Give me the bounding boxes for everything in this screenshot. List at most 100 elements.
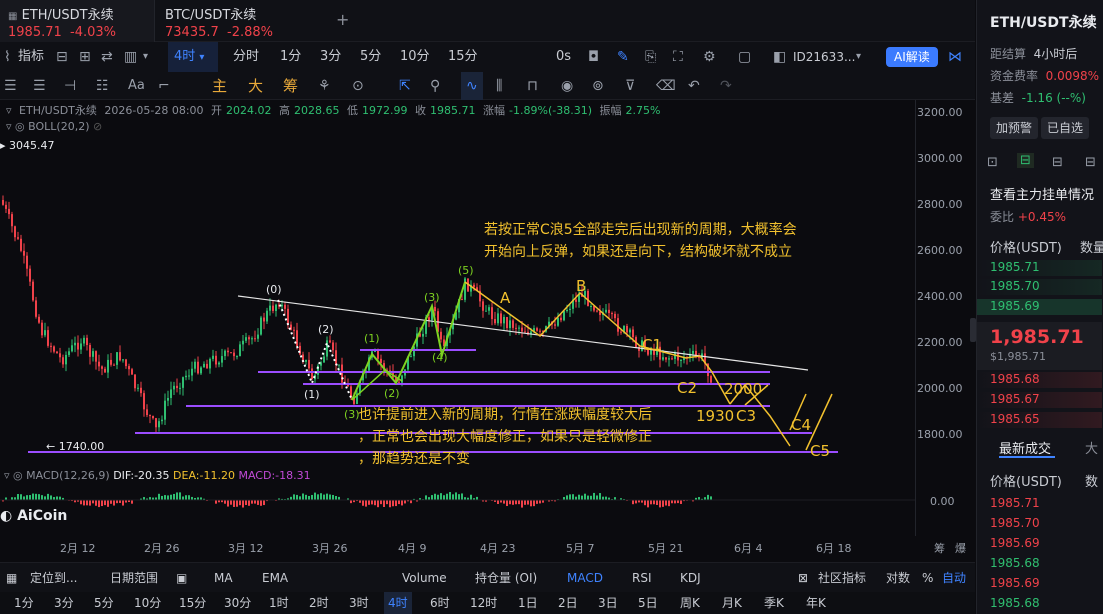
lock-icon[interactable]: ⊓	[527, 72, 538, 100]
community-icon[interactable]: ⊠	[798, 563, 808, 593]
indicator-icon[interactable]: ⌇	[4, 42, 11, 72]
percent-scale-toggle[interactable]: %	[922, 563, 933, 593]
tf-15m[interactable]: 15分	[179, 592, 206, 614]
tf-6h[interactable]: 6时	[430, 592, 450, 614]
collapse-icon[interactable]: ▿	[6, 120, 12, 133]
add-tab-button[interactable]: +	[336, 10, 349, 29]
camera-icon[interactable]: ◘	[588, 42, 599, 72]
ai-analysis-button[interactable]: AI解读	[886, 47, 938, 67]
tf-2h[interactable]: 2时	[309, 592, 329, 614]
interval-10m[interactable]: 10分	[400, 42, 430, 72]
tf-quarter[interactable]: 季K	[764, 592, 784, 614]
eye-icon[interactable]: ◎	[13, 469, 23, 482]
price-axis[interactable]	[915, 100, 975, 536]
eye-icon[interactable]: ◉	[561, 72, 573, 100]
menu-icon[interactable]: ▦	[8, 11, 17, 22]
tf-30m[interactable]: 30分	[224, 592, 251, 614]
magic-icon[interactable]: ⚘	[318, 72, 331, 100]
undo-icon[interactable]: ↶	[688, 72, 700, 100]
tf-5d[interactable]: 5日	[638, 592, 658, 614]
pin-icon[interactable]: ▣	[176, 563, 187, 593]
chevron-down-icon[interactable]: ▾	[143, 42, 148, 72]
ray-icon[interactable]: ⊣	[64, 72, 76, 100]
interval-3m[interactable]: 3分	[320, 42, 341, 72]
redo-icon[interactable]: ↷	[720, 72, 732, 100]
layout-split-icon[interactable]: ▢	[738, 42, 751, 72]
share-icon[interactable]: ⎘	[645, 42, 656, 72]
depth-view-icon[interactable]: ⊡	[987, 155, 998, 170]
large-trades-tab[interactable]: 大	[1085, 438, 1098, 457]
tf-2d[interactable]: 2日	[558, 592, 578, 614]
price-chart[interactable]: ▿ ETH/USDT永续 2026-05-28 08:00 开 2024.02 高…	[0, 100, 915, 536]
favorite-button[interactable]: 已自选	[1041, 117, 1090, 139]
indicator-oi[interactable]: 持仓量 (OI)	[475, 563, 537, 593]
chevron-down-icon[interactable]: ▾	[856, 42, 861, 72]
orderbook-title[interactable]: 查看主力挂单情况	[990, 184, 1094, 203]
tf-4h[interactable]: 4时	[384, 592, 412, 614]
visibility-icon[interactable]: ⊘	[93, 120, 102, 133]
bid-row[interactable]: 1985.68	[977, 372, 1102, 388]
indicator-rsi[interactable]: RSI	[632, 563, 652, 593]
trash-icon[interactable]: ⌫	[656, 72, 676, 100]
auto-scale-toggle[interactable]: 自动	[942, 563, 966, 593]
bid-row[interactable]: 1985.67	[977, 392, 1102, 408]
filter-icon[interactable]: ⊽	[625, 72, 635, 100]
indicator-ma[interactable]: MA	[214, 563, 233, 593]
depth-view-icon[interactable]: ⊟	[1085, 155, 1096, 170]
tf-12h[interactable]: 12时	[470, 592, 497, 614]
locate-button[interactable]: 定位到...	[30, 563, 77, 593]
hline-icon[interactable]: ☰	[33, 72, 46, 100]
tf-3d[interactable]: 3日	[598, 592, 618, 614]
add-alert-button[interactable]: 加预警	[990, 117, 1039, 139]
collapse-icon[interactable]: ▿	[6, 104, 12, 117]
fullscreen-icon[interactable]: ⛶	[673, 42, 683, 72]
target-icon[interactable]: ⊙	[352, 72, 364, 100]
text-tool[interactable]: Aa	[128, 72, 145, 100]
candle-type-icon[interactable]: ▥	[124, 42, 137, 72]
tf-3m[interactable]: 3分	[54, 592, 74, 614]
interval-seconds[interactable]: 0s	[556, 42, 571, 72]
indicators-button[interactable]: 指标	[18, 42, 44, 72]
compare-icon[interactable]: ⇄	[101, 42, 113, 72]
indicator-macd[interactable]: MACD	[567, 563, 603, 593]
line-tool-icon[interactable]: ⌐	[158, 72, 170, 100]
indicator-kdj[interactable]: KDJ	[680, 563, 701, 593]
chip-button[interactable]: 筹	[283, 72, 298, 100]
large-order-button[interactable]: 大	[248, 72, 263, 100]
user-id-label[interactable]: ID21633...	[793, 42, 855, 72]
pen-icon[interactable]: ✎	[617, 42, 629, 72]
layout-icon[interactable]: ⊟	[56, 42, 68, 72]
collapse-icon[interactable]: ▿	[4, 469, 10, 482]
main-force-button[interactable]: 主	[212, 72, 227, 100]
depth-view-icon[interactable]: ⊟	[1017, 153, 1034, 168]
interval-5m[interactable]: 5分	[360, 42, 381, 72]
tf-1h[interactable]: 1时	[269, 592, 289, 614]
calendar-icon[interactable]: ▦	[6, 563, 17, 593]
indicator-volume[interactable]: Volume	[402, 563, 447, 593]
tf-week[interactable]: 周K	[680, 592, 700, 614]
tf-5m[interactable]: 5分	[94, 592, 114, 614]
grid-icon[interactable]: ⊞	[79, 42, 91, 72]
tab-btc-usdt[interactable]: BTC/USDT永续 73435.7 -2.88%	[157, 0, 327, 42]
interval-1m[interactable]: 1分	[280, 42, 301, 72]
interval-fenshi[interactable]: 分时	[233, 42, 259, 72]
liquidation-axis-button[interactable]: 爆	[955, 540, 966, 556]
tf-month[interactable]: 月K	[722, 592, 742, 614]
bars-icon[interactable]: ⫼	[496, 72, 502, 100]
tf-3h[interactable]: 3时	[349, 592, 369, 614]
tab-eth-usdt[interactable]: ▦ ETH/USDT永续 1985.71 -4.03%	[0, 0, 155, 42]
date-range-button[interactable]: 日期范围	[110, 563, 158, 593]
tf-1m[interactable]: 1分	[14, 592, 34, 614]
share-network-icon[interactable]: ⋈	[948, 42, 962, 72]
fib-icon[interactable]: ☷	[96, 72, 109, 100]
bid-row[interactable]: 1985.65	[977, 412, 1102, 428]
ruler-icon[interactable]: ⚲	[430, 72, 440, 100]
interval-15m[interactable]: 15分	[448, 42, 478, 72]
ask-row[interactable]: 1985.69	[977, 299, 1102, 315]
ask-row[interactable]: 1985.70	[977, 279, 1102, 295]
indicator-ema[interactable]: EMA	[262, 563, 288, 593]
cursor-icon[interactable]: ⇱	[399, 72, 411, 100]
chip-axis-button[interactable]: 筹	[934, 540, 945, 556]
tf-10m[interactable]: 10分	[134, 592, 161, 614]
community-indicators[interactable]: 社区指标	[818, 563, 866, 593]
